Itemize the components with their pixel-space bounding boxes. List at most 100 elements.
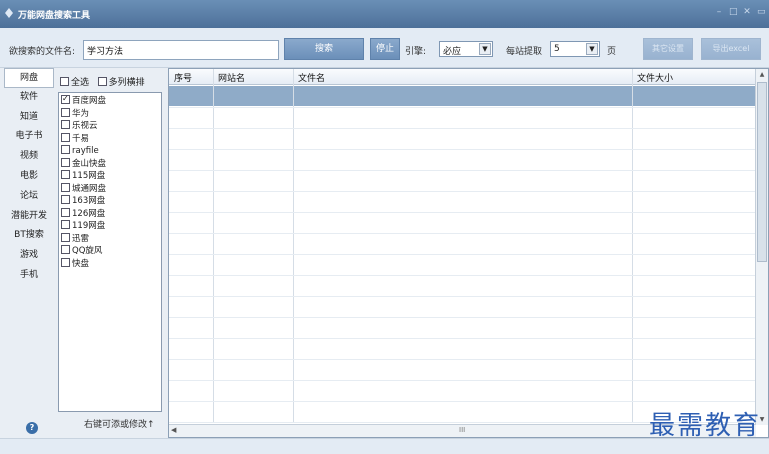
- maximize-icon[interactable]: □: [729, 8, 738, 17]
- engine-value: 必应: [443, 47, 462, 57]
- category-item[interactable]: 论坛: [4, 187, 54, 207]
- site-checkbox[interactable]: [61, 145, 70, 154]
- site-checkbox[interactable]: [61, 182, 70, 192]
- vertical-scrollbar[interactable]: ▲ ▼: [755, 69, 768, 425]
- minimize-icon[interactable]: –: [715, 8, 723, 17]
- category-item[interactable]: 电影: [4, 167, 54, 187]
- grid-line: [169, 170, 756, 171]
- site-checkbox[interactable]: [61, 220, 70, 229]
- restore-icon[interactable]: ▭: [757, 8, 766, 17]
- site-list-item[interactable]: 百度网盘: [61, 93, 159, 108]
- search-label: 欲搜索的文件名:: [9, 47, 76, 57]
- site-checkbox[interactable]: [61, 107, 70, 117]
- select-all-checkbox[interactable]: [60, 77, 69, 86]
- help-icon[interactable]: ?: [26, 422, 38, 434]
- site-list-item[interactable]: 快盘: [61, 257, 159, 271]
- grid-line: [169, 128, 756, 129]
- site-checkbox[interactable]: [61, 132, 70, 142]
- category-item[interactable]: 视频: [4, 147, 54, 167]
- category-item[interactable]: 潜能开发: [4, 207, 54, 227]
- site-checkbox[interactable]: [61, 257, 70, 267]
- site-checkbox[interactable]: [61, 245, 70, 254]
- category-item[interactable]: 游戏: [4, 246, 54, 266]
- site-footer-hint: 右键可添或修改↑: [84, 420, 155, 430]
- site-checkbox[interactable]: [61, 157, 70, 167]
- category-item[interactable]: 网盘: [4, 68, 54, 88]
- category-item[interactable]: 电子书: [4, 127, 54, 147]
- site-checkbox[interactable]: [61, 170, 70, 179]
- site-name: QQ旋风: [72, 246, 103, 256]
- window-title: 万能网盘搜索工具: [18, 11, 91, 21]
- title-bar: 万能网盘搜索工具 – □ ✕ ▭: [0, 0, 769, 28]
- scroll-up-icon[interactable]: ▲: [757, 69, 767, 80]
- table-row[interactable]: [169, 86, 756, 106]
- stop-button[interactable]: 停止: [370, 38, 400, 60]
- site-list-item[interactable]: 乐视云: [61, 120, 159, 133]
- scroll-grip-icon[interactable]: III: [459, 426, 465, 434]
- engine-select[interactable]: 必应 ▼: [439, 41, 493, 57]
- site-name: 126网盘: [72, 208, 106, 219]
- category-item[interactable]: 手机: [4, 266, 54, 286]
- site-checkbox[interactable]: [61, 120, 70, 129]
- category-list: 网盘 软件 知道 电子书 视频 电影 论坛 潜能开发 BT搜索 游戏 手机: [4, 68, 54, 438]
- site-name: 城通网盘: [72, 183, 107, 194]
- results-header: 序号 网站名 文件名 文件大小: [169, 69, 756, 85]
- search-input[interactable]: 学习方法: [83, 40, 279, 60]
- chevron-down-icon[interactable]: ▼: [479, 43, 491, 55]
- multi-column-label: 多列横排: [108, 78, 145, 88]
- site-list-item[interactable]: 迅雷: [61, 232, 159, 246]
- site-name: 华为: [72, 108, 90, 119]
- site-checkbox[interactable]: [61, 93, 70, 105]
- other-settings-button[interactable]: 其它设置: [643, 38, 693, 60]
- site-name: 百度网盘: [72, 96, 107, 106]
- site-list-item[interactable]: 119网盘: [61, 220, 159, 233]
- column-divider: [632, 69, 633, 423]
- site-list-item[interactable]: 115网盘: [61, 170, 159, 183]
- site-checkbox[interactable]: [61, 232, 70, 242]
- category-item[interactable]: 软件: [4, 88, 54, 108]
- chevron-down-icon[interactable]: ▼: [586, 43, 598, 55]
- site-list-item[interactable]: rayfile: [61, 145, 159, 158]
- search-button[interactable]: 搜索: [284, 38, 364, 60]
- watermark: 最需教育: [648, 411, 761, 441]
- category-item[interactable]: 知道: [4, 108, 54, 128]
- per-site-label: 每站提取: [506, 47, 543, 57]
- grid-line: [169, 212, 756, 213]
- site-checkbox[interactable]: [61, 207, 70, 217]
- site-list-item[interactable]: 163网盘: [61, 195, 159, 208]
- site-name: 119网盘: [72, 221, 106, 231]
- grid-line: [169, 401, 756, 402]
- site-list-item[interactable]: QQ旋风: [61, 245, 159, 258]
- column-header[interactable]: 网站名: [218, 71, 245, 84]
- site-list-item[interactable]: 千易: [61, 132, 159, 146]
- grid-line: [169, 296, 756, 297]
- site-name: 115网盘: [72, 171, 106, 181]
- site-list-item[interactable]: 华为: [61, 107, 159, 121]
- site-name: 迅雷: [72, 233, 90, 244]
- site-checkbox[interactable]: [61, 195, 70, 204]
- per-site-select[interactable]: 5 ▼: [550, 41, 600, 57]
- export-excel-button[interactable]: 导出excel: [701, 38, 761, 60]
- grid-line: [169, 317, 756, 318]
- site-panel: 全选 多列横排 百度网盘华为乐视云千易 rayfile 金山快盘 115网盘城通网盘 1…: [56, 68, 164, 440]
- site-list-item[interactable]: 金山快盘: [61, 157, 159, 171]
- per-site-value: 5: [554, 44, 560, 54]
- site-list-item[interactable]: 126网盘: [61, 207, 159, 221]
- category-item[interactable]: BT搜索: [4, 226, 54, 246]
- column-divider: [293, 69, 294, 423]
- close-icon[interactable]: ✕: [743, 8, 751, 17]
- column-header[interactable]: 序号: [174, 71, 192, 84]
- column-header[interactable]: 文件大小: [637, 71, 673, 84]
- site-name: 千易: [72, 133, 90, 144]
- grid-line: [169, 107, 756, 108]
- scroll-thumb[interactable]: [757, 82, 767, 262]
- site-list-item[interactable]: 城通网盘: [61, 182, 159, 196]
- column-header[interactable]: 文件名: [298, 71, 325, 84]
- site-name: rayfile: [72, 146, 99, 156]
- grid-line: [169, 233, 756, 234]
- grid-line: [169, 338, 756, 339]
- app-icon: [5, 8, 13, 18]
- multi-column-checkbox[interactable]: [97, 77, 107, 86]
- grid-line: [169, 275, 756, 276]
- scroll-left-icon[interactable]: ◀: [171, 426, 176, 434]
